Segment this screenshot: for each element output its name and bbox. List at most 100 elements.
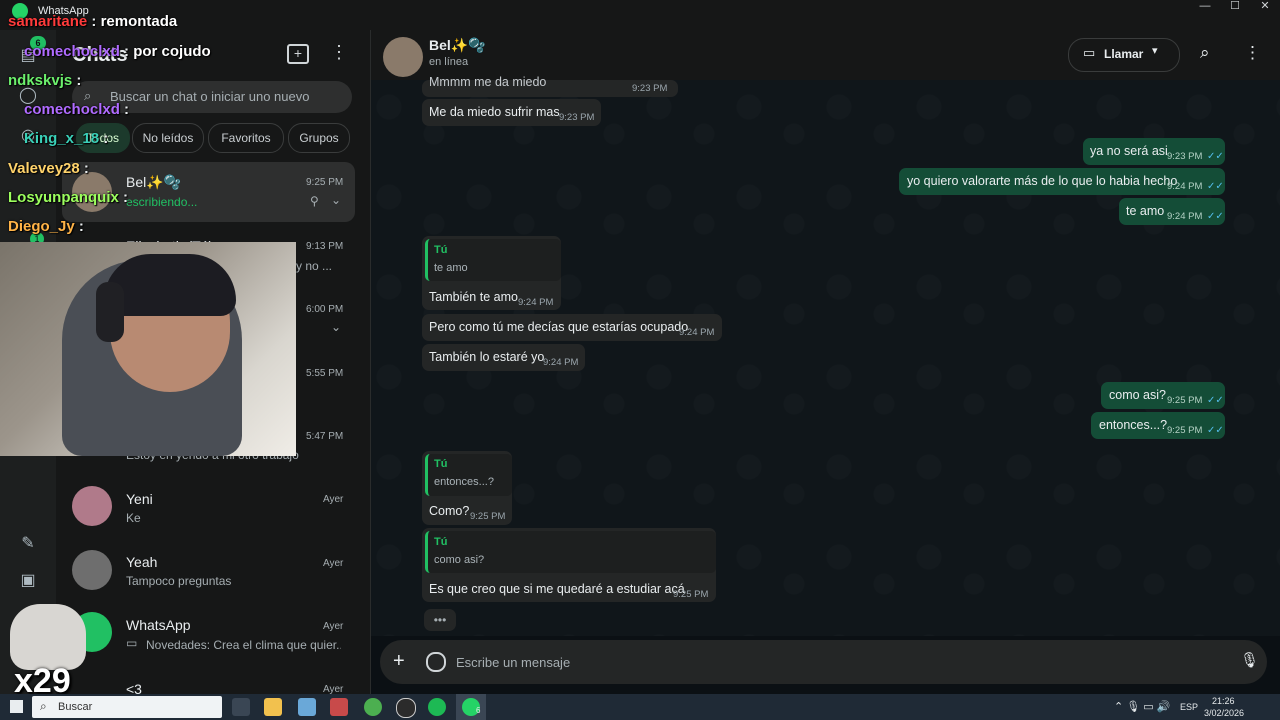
message-time: 9:24 PM — [1167, 211, 1203, 222]
cat-emote-icon — [10, 604, 86, 670]
chat-user: ndkskvjs — [8, 72, 73, 89]
contact-avatar[interactable] — [383, 37, 423, 77]
kebab-icon[interactable]: ⋮ — [330, 42, 348, 63]
app-icon[interactable] — [298, 698, 316, 716]
language-indicator[interactable]: ESP — [1180, 702, 1198, 712]
message-text: ya no será asi — [1090, 144, 1168, 158]
chat-name: Yeah — [126, 554, 158, 570]
read-receipt-icon: ✓✓ — [1207, 151, 1224, 162]
message-text: Como? — [429, 504, 470, 518]
chat-user: Valevey28 — [8, 160, 80, 177]
chevron-down-icon[interactable]: ⌄ — [331, 320, 341, 334]
stream-chat-line: comechoclxd : por cojudo — [8, 43, 211, 60]
chat-separator: : — [119, 43, 134, 60]
call-label: Llamar — [1104, 47, 1144, 61]
clock-time[interactable]: 21:26 — [1212, 696, 1235, 706]
chat-user: Diego_Jy — [8, 218, 75, 235]
message-time: 9:25 PM — [470, 511, 506, 522]
stream-chat-line: samaritane : remontada — [8, 13, 177, 30]
message-text: Me da miedo sufrir mas — [429, 105, 560, 119]
edit-icon[interactable]: ✎ — [18, 533, 38, 553]
chevron-down-icon: ▾ — [1152, 45, 1158, 57]
chat-preview: Tampoco preguntas — [126, 574, 232, 588]
read-receipt-icon: ✓✓ — [1207, 425, 1224, 436]
message-time: 9:23 PM — [559, 112, 595, 123]
obs-icon[interactable] — [396, 698, 416, 718]
headphones — [96, 282, 124, 342]
quote-author: Tú — [434, 458, 448, 470]
contact-name[interactable]: Bel✨🫧 — [429, 37, 486, 54]
chevron-down-icon[interactable]: ⌄ — [331, 193, 341, 207]
quote-author: Tú — [434, 244, 448, 256]
stream-chat-line: Diego_Jy : — [8, 218, 84, 235]
message-text: También te amo — [429, 290, 518, 304]
quote-text: te amo — [434, 262, 468, 274]
message-text: yo quiero valorarte más de lo que lo hab… — [907, 174, 1178, 188]
kebab-icon[interactable]: ⋮ — [1244, 43, 1261, 63]
whatsapp-taskbar-badge: 6 — [476, 706, 481, 715]
chat-message: remontada — [100, 13, 178, 30]
search-icon[interactable]: ⌕ — [1200, 43, 1210, 63]
search-icon: ⌕ — [40, 699, 47, 713]
chat-separator: : — [118, 189, 129, 206]
stream-chat-line: King_x_18 : — [8, 130, 108, 147]
chat-time: Ayer — [323, 494, 344, 505]
tray-icons[interactable]: ⌃ 🎙 ▭ 🔊 — [1114, 700, 1170, 713]
message-time: 9:24 PM — [543, 357, 579, 368]
chat-user: comechoclxd — [24, 43, 120, 60]
message-text: Es que creo que si me quedaré a estudiar… — [429, 582, 685, 596]
clock-date[interactable]: 3/02/2026 — [1204, 708, 1244, 718]
quote-text: entonces...? — [434, 476, 494, 488]
chat-time: Ayer — [323, 621, 344, 632]
windows-start-icon[interactable] — [10, 700, 23, 713]
chat-message: por cojudo — [133, 43, 211, 60]
message-text: Pero como tú me decías que estarías ocup… — [429, 320, 689, 334]
minimize-button[interactable]: — — [1188, 0, 1222, 14]
spotify-icon[interactable] — [428, 698, 446, 716]
file-explorer-icon[interactable] — [264, 698, 282, 716]
chat-user: comechoclxd — [24, 101, 120, 118]
avatar — [72, 550, 112, 590]
chat-user: samaritane — [8, 13, 88, 30]
message-text: entonces...? — [1099, 418, 1168, 432]
chat-time: 9:13 PM — [306, 241, 344, 252]
new-chat-icon[interactable]: + — [287, 44, 309, 64]
attach-icon[interactable]: + — [393, 650, 405, 673]
app-icon[interactable] — [330, 698, 348, 716]
media-icon[interactable]: ▣ — [18, 570, 38, 590]
chrome-icon[interactable] — [364, 698, 382, 716]
stream-chat-line: ndkskvjs : — [8, 72, 81, 89]
video-icon: ▭ — [126, 636, 138, 650]
message-text: te amo — [1126, 204, 1165, 218]
quote-author: Tú — [434, 536, 448, 548]
stream-chat-line: Valevey28 : — [8, 160, 89, 177]
message-time: 9:23 PM — [1167, 151, 1203, 162]
task-view-icon[interactable] — [232, 698, 250, 716]
message-time: 9:24 PM — [518, 297, 554, 308]
close-button[interactable]: ✕ — [1248, 0, 1280, 14]
message-time: 9:25 PM — [673, 589, 709, 600]
chat-name: Yeni — [126, 491, 153, 507]
chat-name: WhatsApp — [126, 617, 191, 633]
chat-time: Ayer — [323, 558, 344, 569]
message-time: 9:25 PM — [1167, 425, 1203, 436]
maximize-button[interactable]: ☐ — [1218, 0, 1252, 14]
stream-chat-line: comechoclxd : — [8, 101, 129, 118]
chat-time: 6:00 PM — [306, 304, 344, 315]
chat-preview: y no ... — [296, 259, 333, 273]
stream-chat-line: Losyunpanquix : — [8, 189, 128, 206]
chat-separator: : — [119, 101, 130, 118]
message-time: 9:24 PM — [1167, 181, 1203, 192]
chat-time: 9:25 PM — [306, 177, 344, 188]
sticker-icon[interactable] — [426, 652, 446, 672]
read-receipt-icon: ✓✓ — [1207, 181, 1224, 192]
microphone-icon[interactable]: 🎙 — [1240, 651, 1259, 669]
filter-chip-grupos[interactable]: Grupos — [288, 123, 350, 153]
contact-status: en línea — [429, 56, 469, 68]
quoted-message[interactable] — [425, 531, 716, 573]
typing-indicator: ••• — [424, 609, 456, 631]
message-input[interactable]: Escribe un mensaje — [456, 655, 570, 670]
chat-separator: : — [87, 13, 101, 30]
taskbar-search-label: Buscar — [58, 701, 93, 713]
chat-time: 5:47 PM — [306, 431, 344, 442]
